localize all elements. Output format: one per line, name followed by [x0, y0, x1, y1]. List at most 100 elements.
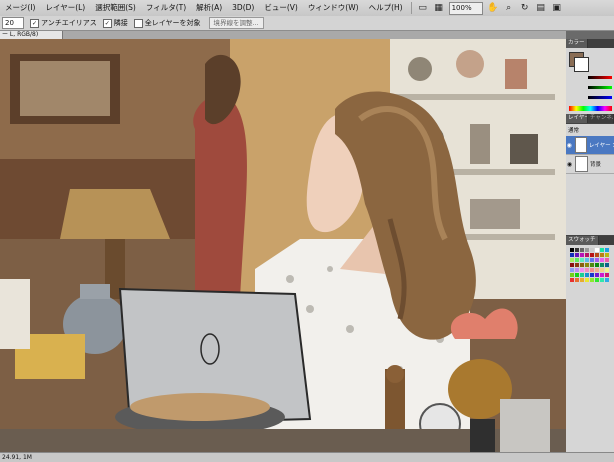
- layer-row-background[interactable]: ◉ 背景: [566, 155, 614, 174]
- menu-help[interactable]: ヘルプ(H): [364, 0, 408, 16]
- color-swatch[interactable]: [605, 263, 609, 267]
- menu-layer[interactable]: レイヤー(L): [40, 0, 90, 16]
- color-swatch[interactable]: [575, 258, 579, 262]
- visibility-eye-icon[interactable]: ◉: [566, 142, 573, 149]
- color-swatch[interactable]: [595, 263, 599, 267]
- color-swatch[interactable]: [605, 253, 609, 257]
- hand-tool-icon[interactable]: ✋: [487, 2, 499, 14]
- color-swatch[interactable]: [600, 263, 604, 267]
- color-swatch[interactable]: [580, 258, 584, 262]
- blue-slider[interactable]: [588, 96, 612, 99]
- color-swatch[interactable]: [570, 263, 574, 267]
- layer-row-1[interactable]: ◉ レイヤー 1: [566, 136, 614, 155]
- color-swatch[interactable]: [595, 278, 599, 282]
- color-swatch[interactable]: [575, 253, 579, 257]
- color-swatch[interactable]: [585, 258, 589, 262]
- color-swatch[interactable]: [595, 268, 599, 272]
- color-swatch[interactable]: [570, 258, 574, 262]
- color-swatch[interactable]: [600, 253, 604, 257]
- color-swatch[interactable]: [575, 278, 579, 282]
- color-swatch[interactable]: [600, 278, 604, 282]
- color-ramp[interactable]: [569, 106, 612, 111]
- grid-icon[interactable]: ▤: [535, 2, 547, 14]
- color-swatch[interactable]: [600, 248, 604, 252]
- color-swatch[interactable]: [595, 273, 599, 277]
- color-swatch[interactable]: [585, 253, 589, 257]
- workspace-icon[interactable]: ▣: [551, 2, 563, 14]
- brush-size-field[interactable]: 20: [2, 17, 24, 29]
- antialias-checkbox[interactable]: ✓ アンチエイリアス: [30, 18, 97, 28]
- color-panel: [566, 48, 614, 114]
- zoom-tool-icon[interactable]: ⌕: [503, 2, 515, 14]
- refine-edge-button[interactable]: 境界線を調整...: [208, 17, 264, 29]
- red-slider[interactable]: [588, 76, 612, 79]
- document-tab[interactable]: ー L, RGB/8): [0, 31, 63, 39]
- color-swatch[interactable]: [600, 268, 604, 272]
- color-swatch[interactable]: [595, 258, 599, 262]
- swatch-grid[interactable]: [570, 248, 612, 283]
- color-swatch[interactable]: [580, 273, 584, 277]
- color-swatch[interactable]: [600, 273, 604, 277]
- all-layers-checkbox[interactable]: 全レイヤーを対象: [133, 18, 201, 28]
- menu-analysis[interactable]: 解析(A): [191, 0, 227, 16]
- menu-image[interactable]: メージ(I): [0, 0, 40, 16]
- arrange-icon[interactable]: ▦: [433, 2, 445, 14]
- swatches-panel: スウォッチ: [566, 235, 614, 453]
- tab-layers[interactable]: レイヤー: [566, 114, 588, 123]
- menu-filter[interactable]: フィルタ(T): [141, 0, 191, 16]
- color-swatch[interactable]: [570, 268, 574, 272]
- color-swatch[interactable]: [585, 278, 589, 282]
- color-swatch[interactable]: [590, 263, 594, 267]
- contiguous-checkbox[interactable]: ✓ 隣接: [102, 18, 128, 28]
- zoom-level-field[interactable]: 100%: [448, 1, 483, 15]
- rotate-view-icon[interactable]: ↻: [519, 2, 531, 14]
- color-swatch[interactable]: [575, 248, 579, 252]
- document-canvas[interactable]: [0, 39, 566, 452]
- menu-3d[interactable]: 3D(D): [227, 0, 259, 16]
- color-swatch[interactable]: [605, 268, 609, 272]
- all-layers-check-icon: [133, 18, 143, 28]
- color-swatch[interactable]: [595, 253, 599, 257]
- color-swatch[interactable]: [585, 263, 589, 267]
- color-swatch[interactable]: [590, 258, 594, 262]
- color-swatch[interactable]: [590, 253, 594, 257]
- menu-window[interactable]: ウィンドウ(W): [303, 0, 364, 16]
- color-swatch[interactable]: [580, 253, 584, 257]
- color-swatch[interactable]: [570, 273, 574, 277]
- color-swatch[interactable]: [575, 273, 579, 277]
- color-swatch[interactable]: [605, 273, 609, 277]
- color-swatch[interactable]: [585, 268, 589, 272]
- color-swatch[interactable]: [570, 253, 574, 257]
- visibility-eye-icon[interactable]: ◉: [566, 161, 573, 168]
- color-swatch[interactable]: [575, 268, 579, 272]
- color-swatch[interactable]: [580, 263, 584, 267]
- menu-view[interactable]: ビュー(V): [259, 0, 302, 16]
- menu-select[interactable]: 選択範囲(S): [90, 0, 141, 16]
- color-swatch[interactable]: [605, 258, 609, 262]
- layers-panel-tabs: レイヤー チャンネル: [566, 114, 614, 123]
- color-swatch[interactable]: [590, 268, 594, 272]
- background-color-swatch[interactable]: [574, 57, 589, 72]
- blend-mode-select[interactable]: 通常: [568, 126, 579, 134]
- tab-channels[interactable]: チャンネル: [587, 114, 614, 123]
- color-swatch[interactable]: [595, 248, 599, 252]
- color-swatch[interactable]: [585, 248, 589, 252]
- color-swatch[interactable]: [580, 268, 584, 272]
- color-swatch[interactable]: [585, 273, 589, 277]
- tab-color[interactable]: カラー: [566, 39, 588, 48]
- color-swatch[interactable]: [570, 278, 574, 282]
- contiguous-check-icon: ✓: [102, 18, 112, 28]
- tab-swatches[interactable]: スウォッチ: [566, 236, 599, 245]
- screen-mode-icon[interactable]: ▭: [417, 2, 429, 14]
- color-swatch[interactable]: [580, 248, 584, 252]
- green-slider[interactable]: [588, 86, 612, 89]
- color-swatch[interactable]: [600, 258, 604, 262]
- color-swatch[interactable]: [580, 278, 584, 282]
- color-swatch[interactable]: [605, 248, 609, 252]
- color-swatch[interactable]: [590, 273, 594, 277]
- color-swatch[interactable]: [590, 278, 594, 282]
- color-swatch[interactable]: [605, 278, 609, 282]
- color-swatch[interactable]: [575, 263, 579, 267]
- color-swatch[interactable]: [570, 248, 574, 252]
- color-swatch[interactable]: [590, 248, 594, 252]
